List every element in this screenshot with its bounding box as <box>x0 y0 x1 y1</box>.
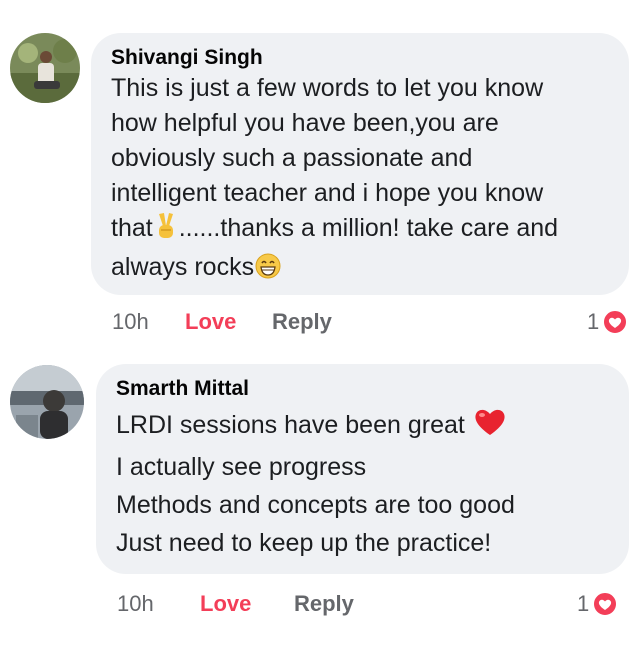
comment-text-line: that ......thanks a million! take care an… <box>111 211 609 250</box>
red-heart-icon <box>473 407 507 448</box>
comment-text-line: how helpful you have been,you are <box>111 109 499 137</box>
reaction-summary[interactable]: 1 <box>587 307 629 337</box>
comment-text-line: Just need to keep up the practice! <box>116 529 492 557</box>
comment-bubble: Smarth Mittal LRDI sessions have been gr… <box>96 364 629 574</box>
comment-text-line: obviously such a passionate and <box>111 144 473 172</box>
comment-text-segment: ......thanks a million! take care and <box>178 214 559 242</box>
reaction-count: 1 <box>587 309 600 334</box>
comment-text-line: always rocks <box>111 250 609 289</box>
avatar[interactable] <box>10 33 80 103</box>
comment-timestamp[interactable]: 10h <box>117 589 154 619</box>
reaction-summary[interactable]: 1 <box>577 589 619 619</box>
comment-text-segment: always rocks <box>111 253 255 281</box>
avatar[interactable] <box>10 365 84 439</box>
comment-text-line: LRDI sessions have been great <box>116 406 609 448</box>
comment-text-line: I actually see progress <box>116 453 367 481</box>
victory-hand-icon <box>154 212 178 250</box>
comment-text-line: Methods and concepts are too good <box>116 491 515 519</box>
love-button[interactable]: Love <box>185 307 236 337</box>
comment-author[interactable]: Shivangi Singh <box>111 45 609 71</box>
comment-bubble: Shivangi Singh This is just a few words … <box>91 33 629 295</box>
comment-smarth-mittal: Smarth Mittal LRDI sessions have been gr… <box>0 345 643 662</box>
love-button[interactable]: Love <box>200 589 251 619</box>
comment-text-line: This is just a few words to let you know <box>111 74 544 102</box>
grinning-face-icon <box>255 253 281 289</box>
comment-actions: 10h Love Reply 1 <box>0 307 643 337</box>
reply-button[interactable]: Reply <box>272 307 332 337</box>
comment-text-segment: LRDI sessions have been great <box>116 411 465 439</box>
comment-text-segment: that <box>111 214 153 242</box>
comment-author[interactable]: Smarth Mittal <box>116 376 609 402</box>
comment-actions: 10h Love Reply 1 <box>0 589 643 619</box>
comment-timestamp[interactable]: 10h <box>112 307 149 337</box>
comment-text-line: intelligent teacher and i hope you know <box>111 179 544 207</box>
love-reaction-icon <box>592 591 619 617</box>
comment-shivangi-singh: Shivangi Singh This is just a few words … <box>0 0 643 345</box>
love-reaction-icon <box>602 309 629 335</box>
reaction-count: 1 <box>577 591 590 616</box>
reply-button[interactable]: Reply <box>294 589 354 619</box>
